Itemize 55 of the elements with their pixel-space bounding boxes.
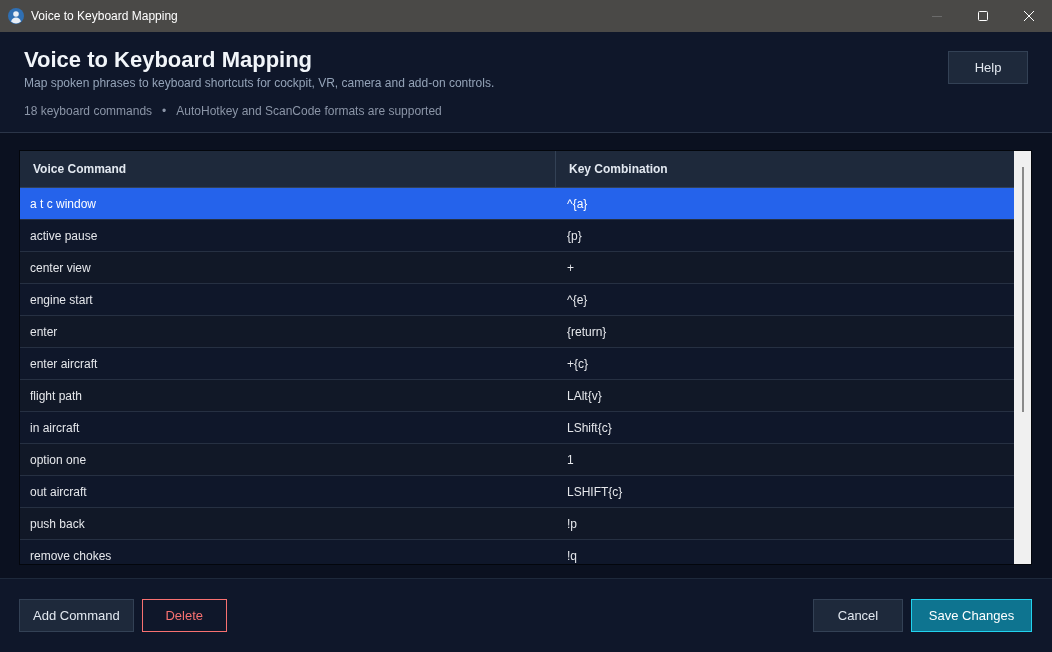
table-row[interactable]: enter {return}: [20, 316, 1014, 348]
add-command-button[interactable]: Add Command: [19, 599, 134, 632]
table-cell-text: LShift{c}: [566, 419, 613, 437]
table-cell-text: +{c}: [566, 355, 590, 373]
column-header[interactable]: Key Combination: [556, 151, 1014, 187]
table-row[interactable]: out aircraft LSHIFT{c}: [20, 476, 1014, 508]
table-cell-text: enter: [29, 323, 59, 341]
scrollbar-thumb[interactable]: [1022, 167, 1024, 412]
table-row[interactable]: flight path LAlt{v}: [20, 380, 1014, 412]
table-cell-text: out aircraft: [29, 483, 88, 501]
table-cell-text: 1: [566, 451, 575, 469]
table-cell-text: +: [566, 259, 575, 277]
command-count: 18 keyboard commands: [24, 103, 153, 119]
table-row[interactable]: engine start ^{e}: [20, 284, 1014, 316]
table-cell-text: center view: [29, 259, 92, 277]
table-cell-text: !p: [566, 515, 578, 533]
table-cell-text: in aircraft: [29, 419, 81, 437]
table-cell-text: a t c window: [29, 195, 98, 213]
table-cell-text: LSHIFT{c}: [566, 483, 624, 501]
table-cell-text: active pause: [29, 227, 99, 245]
separator-dot: •: [162, 103, 167, 119]
table-row[interactable]: center view +: [20, 252, 1014, 284]
page-title: Voice to Keyboard Mapping: [24, 46, 314, 74]
table-cell-text: remove chokes: [29, 547, 113, 564]
table-cell-text: engine start: [29, 291, 94, 309]
formats-note: AutoHotkey and ScanCode formats are supported: [176, 103, 442, 119]
table-row[interactable]: push back !p: [20, 508, 1014, 540]
table-cell-text: flight path: [29, 387, 84, 405]
minimize-icon: [932, 15, 942, 17]
table-cell-text: ^{a}: [566, 195, 589, 213]
table-cell-text: LAlt{v}: [566, 387, 603, 405]
table-row[interactable]: a t c window ^{a}: [20, 188, 1014, 220]
maximize-icon: [978, 11, 988, 21]
table-row[interactable]: option one 1: [20, 444, 1014, 476]
table-cell-text: enter aircraft: [29, 355, 99, 373]
page-subtitle: Map spoken phrases to keyboard shortcuts for cockpit, VR, camera and add-on controls.: [24, 75, 495, 91]
help-button[interactable]: Help: [948, 51, 1028, 84]
table-row[interactable]: active pause {p}: [20, 220, 1014, 252]
delete-button[interactable]: Delete: [141, 599, 227, 632]
table-row[interactable]: enter aircraft +{c}: [20, 348, 1014, 380]
window-title: Voice to Keyboard Mapping: [31, 8, 178, 25]
scrollbar[interactable]: [1014, 151, 1031, 564]
cancel-button[interactable]: Cancel: [813, 599, 903, 632]
table-cell-text: {p}: [566, 227, 583, 245]
table-cell-text: !q: [566, 547, 578, 564]
person-icon: [8, 8, 24, 24]
table-row[interactable]: remove chokes !q: [20, 540, 1014, 564]
close-icon: [1024, 11, 1034, 21]
table-row[interactable]: in aircraft LShift{c}: [20, 412, 1014, 444]
table-cell-text: ^{e}: [566, 291, 589, 309]
table-cell-text: {return}: [566, 323, 608, 341]
column-header[interactable]: Voice Command: [20, 151, 556, 187]
table-cell-text: option one: [29, 451, 88, 469]
table-cell-text: push back: [29, 515, 86, 533]
save-changes-button[interactable]: Save Changes: [911, 599, 1032, 632]
